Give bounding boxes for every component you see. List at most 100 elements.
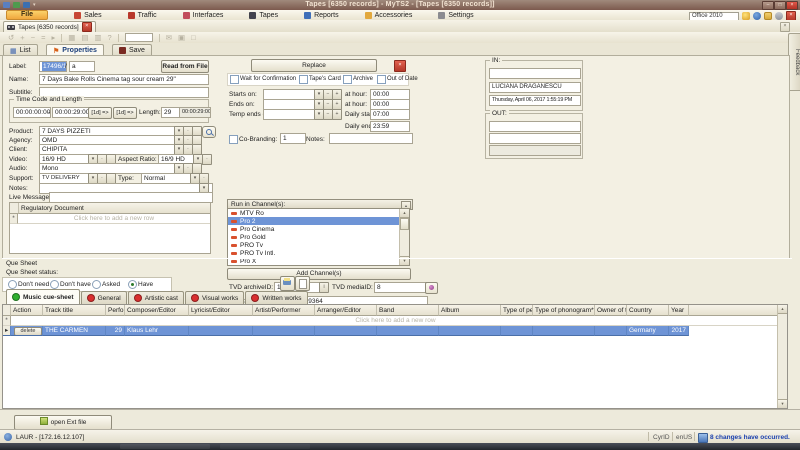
daily-start-field[interactable]: 07:00 (370, 109, 410, 120)
col-type-phonogram[interactable]: Type of phonogram** (533, 305, 595, 316)
tab-tapes[interactable]: Tapes [6350 records] × (3, 21, 96, 32)
aspect-edit-icon[interactable]: · (202, 154, 212, 165)
tab-strip-close-button[interactable]: × (780, 22, 790, 32)
tc-start-field[interactable]: 00:00:00:00 (13, 107, 51, 118)
col-arranger[interactable]: Arranger/Editor (315, 305, 377, 316)
col-action[interactable]: Action (11, 305, 43, 316)
label-suffix-field[interactable]: a (69, 61, 95, 72)
col-track-title[interactable]: Track title (43, 305, 106, 316)
scroll-thumb[interactable] (400, 218, 409, 230)
radio-have[interactable] (128, 280, 137, 289)
in-date-field[interactable]: Thursday, April 06, 2017 1:55:19 PM (489, 95, 581, 106)
scroll-up-icon[interactable]: ▴ (778, 305, 787, 314)
channels-scrollbar[interactable]: ▴ ▾ (399, 209, 409, 265)
tvd-archive-info-icon[interactable]: i (319, 282, 329, 293)
menu-settings[interactable]: Settings (438, 12, 473, 19)
minimize-button[interactable]: – (762, 1, 774, 10)
close-button[interactable]: × (786, 1, 798, 10)
col-year[interactable]: Year (669, 305, 689, 316)
bulb-icon[interactable] (742, 12, 750, 20)
replace-button[interactable]: Replace (251, 59, 377, 72)
maximize-button[interactable]: □ (774, 1, 786, 10)
col-country[interactable]: Country (627, 305, 669, 316)
channel-item[interactable]: Pro Gold (228, 233, 409, 241)
scroll-up-icon[interactable]: ▴ (400, 209, 409, 218)
tab-close-icon[interactable]: × (82, 22, 92, 32)
channel-item[interactable]: Pro Cinema (228, 225, 409, 233)
col-type-pe[interactable]: Type of pe... (501, 305, 533, 316)
product-search-icon[interactable] (202, 126, 216, 138)
channel-item-selected[interactable]: Pro 2 (228, 217, 409, 225)
delete-button[interactable]: delete (14, 327, 42, 336)
col-composer[interactable]: Composer/Editor (125, 305, 189, 316)
radio-dont-need[interactable] (8, 280, 17, 289)
menu-reports[interactable]: Reports (304, 12, 339, 19)
next-icon[interactable]: ▸ (51, 33, 55, 42)
tapes-card-checkbox[interactable] (299, 75, 308, 84)
replace-clear-icon[interactable]: × (394, 60, 406, 72)
toolbar-input[interactable] (125, 33, 153, 42)
length-field[interactable]: 29 (161, 107, 181, 118)
menu-file[interactable]: File (6, 10, 48, 20)
cobranding-checkbox[interactable] (229, 135, 238, 144)
taskbar[interactable] (0, 443, 800, 450)
in-field-1[interactable] (489, 68, 581, 79)
tc-shift-button-2[interactable]: [1d] => (113, 107, 137, 119)
scroll-down-icon[interactable]: ▾ (778, 399, 787, 408)
table-scrollbar[interactable]: ▴ ▾ (777, 305, 787, 408)
tvd-media-field[interactable]: 8 (374, 282, 428, 293)
add-channels-button[interactable]: Add Channel(s) (227, 268, 411, 280)
out-of-date-checkbox[interactable] (377, 75, 386, 84)
add-row-text[interactable]: Click here to add a new row (11, 316, 780, 326)
out-field-2[interactable] (489, 133, 581, 144)
col-band[interactable]: Band (377, 305, 439, 316)
channel-item[interactable]: PRO Tv Intl. (228, 249, 409, 257)
mail-icon[interactable]: ✉ (166, 33, 172, 42)
rows-icon[interactable]: ▥ (94, 33, 101, 42)
col-lyricist[interactable]: Lyricist/Editor (189, 305, 253, 316)
open-ext-file-button[interactable]: open Ext file (14, 415, 112, 430)
refresh-icon[interactable] (753, 12, 761, 20)
page-icon[interactable]: ▣ (178, 33, 185, 42)
print-cuesheet-button[interactable] (280, 276, 295, 291)
undo-icon[interactable]: ↺ (8, 33, 14, 42)
tvd-link-icon[interactable] (425, 282, 438, 294)
in-user-field[interactable]: LUCIANA DRAGANESCU (489, 82, 581, 93)
col-owner[interactable]: Owner of t... (595, 305, 627, 316)
menu-accessories[interactable]: Accessories (365, 12, 413, 19)
grid-icon[interactable]: ▦ (68, 33, 75, 42)
channel-item[interactable]: MTV Ro (228, 209, 409, 217)
cobranding-field[interactable]: 1 (280, 133, 306, 144)
taskbar-button[interactable] (220, 444, 310, 449)
gear-icon[interactable] (775, 12, 783, 20)
menu-interfaces[interactable]: Interfaces (183, 12, 224, 19)
tab-music-cue-sheet[interactable]: Music cue-sheet (6, 289, 80, 304)
list-icon[interactable]: ▤ (81, 33, 88, 42)
box-icon[interactable]: □ (191, 33, 196, 42)
col-perfo[interactable]: Perfo... (106, 305, 125, 316)
menu-tapes[interactable]: Tapes (249, 12, 278, 19)
table-add-row[interactable]: * Click here to add a new row (3, 316, 780, 326)
regdoc-addrow[interactable]: Click here to add a new row (18, 214, 210, 224)
help-icon[interactable]: ? (108, 33, 112, 42)
label-field[interactable]: 17496/1 (39, 61, 67, 72)
archive-checkbox[interactable] (343, 75, 352, 84)
add-icon[interactable]: + (20, 33, 24, 42)
taskbar-button[interactable] (120, 444, 210, 449)
menu-traffic[interactable]: Traffic (128, 12, 157, 19)
radio-dont-have[interactable] (50, 280, 59, 289)
daily-end-field[interactable]: 23:59 (370, 121, 410, 132)
table-row[interactable]: ▸ delete THE CARMEN 29 Klaus Lehr German… (3, 326, 780, 336)
radio-asked[interactable] (92, 280, 101, 289)
equals-icon[interactable]: = (41, 33, 45, 42)
menu-sales[interactable]: Sales (74, 12, 102, 19)
read-from-file-button[interactable]: Read from File (161, 60, 209, 73)
temp-ends-plus-icon[interactable]: + (332, 109, 342, 120)
tab-visual-works[interactable]: Visual works (185, 291, 244, 304)
tc-end-field[interactable]: 00:00:29:00 (52, 107, 90, 118)
temp-ends-field[interactable] (263, 109, 317, 120)
col-artist[interactable]: Artist/Performer (253, 305, 315, 316)
folder-icon[interactable] (764, 12, 772, 20)
col-album[interactable]: Album (439, 305, 501, 316)
out-field-1[interactable] (489, 121, 581, 132)
